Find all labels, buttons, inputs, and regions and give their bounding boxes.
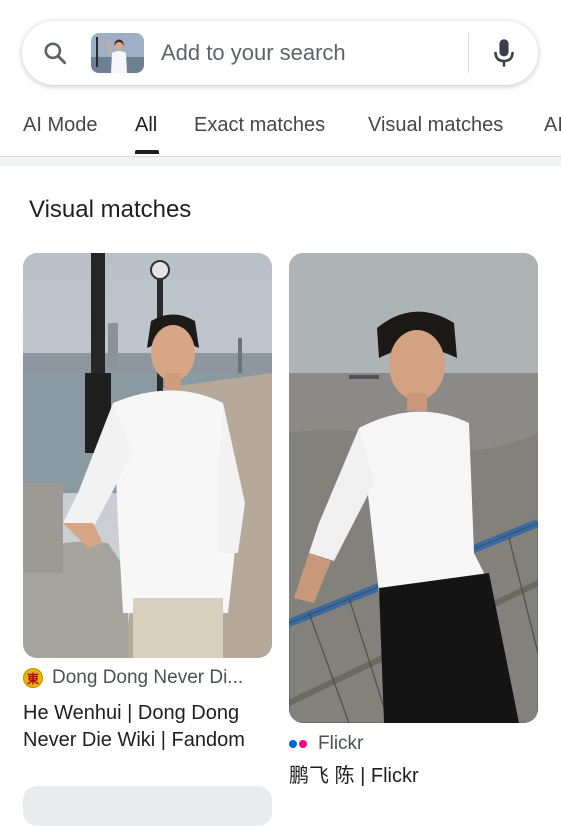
active-tab-indicator (135, 150, 159, 154)
result-image-1[interactable] (23, 253, 272, 658)
result-title-1[interactable]: He Wenhui | Dong Dong Never Die Wiki | F… (23, 700, 273, 754)
result-source-2[interactable]: Flickr (289, 733, 363, 755)
tab-bar: AI Mode All Exact matches Visual matches… (0, 110, 561, 156)
query-image-thumbnail[interactable] (91, 33, 144, 73)
source-name: Flickr (318, 733, 364, 754)
tab-ai-mode[interactable]: AI Mode (23, 114, 97, 137)
tab-visual-matches[interactable]: Visual matches (368, 114, 503, 137)
source-name: Dong Dong Never Di... (52, 667, 244, 688)
section-title: Visual matches (29, 196, 192, 223)
search-divider (468, 33, 469, 73)
result-title-2[interactable]: 鹏飞 陈 | Flickr (289, 763, 539, 790)
search-icon[interactable] (42, 40, 68, 66)
tab-ai[interactable]: AI (544, 114, 561, 137)
tab-all[interactable]: All (135, 114, 157, 137)
mic-icon[interactable] (490, 37, 518, 69)
search-bar[interactable] (22, 21, 538, 85)
result-source-1[interactable]: 東 Dong Dong Never Di... (23, 667, 243, 689)
search-input[interactable] (161, 35, 461, 71)
section-separator (0, 157, 561, 166)
site-favicon-icon: 東 (23, 668, 43, 688)
result-image-2[interactable] (289, 253, 538, 723)
tab-exact-matches[interactable]: Exact matches (194, 114, 325, 137)
flickr-logo-icon (289, 740, 309, 748)
result-image-3[interactable] (23, 786, 272, 826)
